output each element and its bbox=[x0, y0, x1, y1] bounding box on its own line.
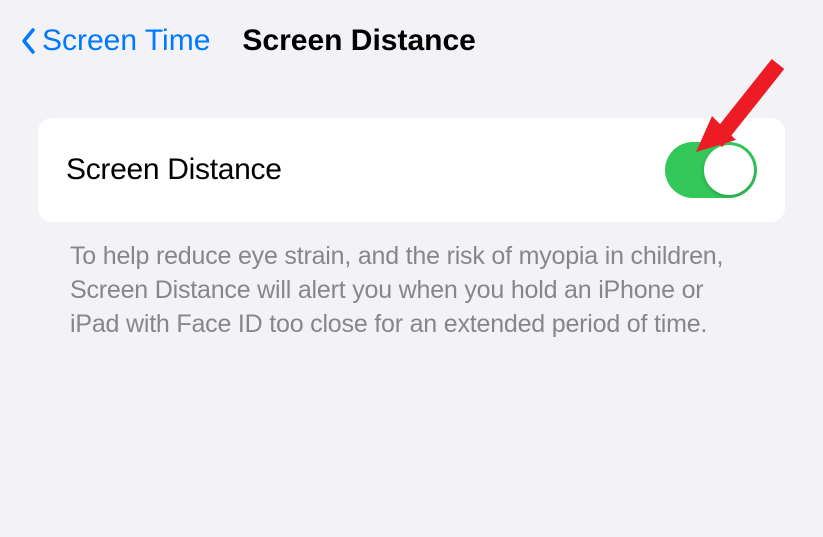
content-area: Screen Distance To help reduce eye strai… bbox=[0, 78, 823, 341]
toggle-knob bbox=[704, 145, 754, 195]
back-label: Screen Time bbox=[42, 24, 210, 58]
screen-distance-row: Screen Distance bbox=[38, 118, 785, 222]
screen-distance-toggle[interactable] bbox=[665, 142, 757, 198]
nav-bar: Screen Time Screen Distance bbox=[0, 0, 823, 78]
page-title: Screen Distance bbox=[242, 24, 475, 58]
setting-description: To help reduce eye strain, and the risk … bbox=[38, 222, 785, 341]
back-button[interactable]: Screen Time bbox=[20, 24, 210, 58]
setting-label: Screen Distance bbox=[66, 153, 282, 187]
chevron-left-icon bbox=[20, 26, 38, 56]
